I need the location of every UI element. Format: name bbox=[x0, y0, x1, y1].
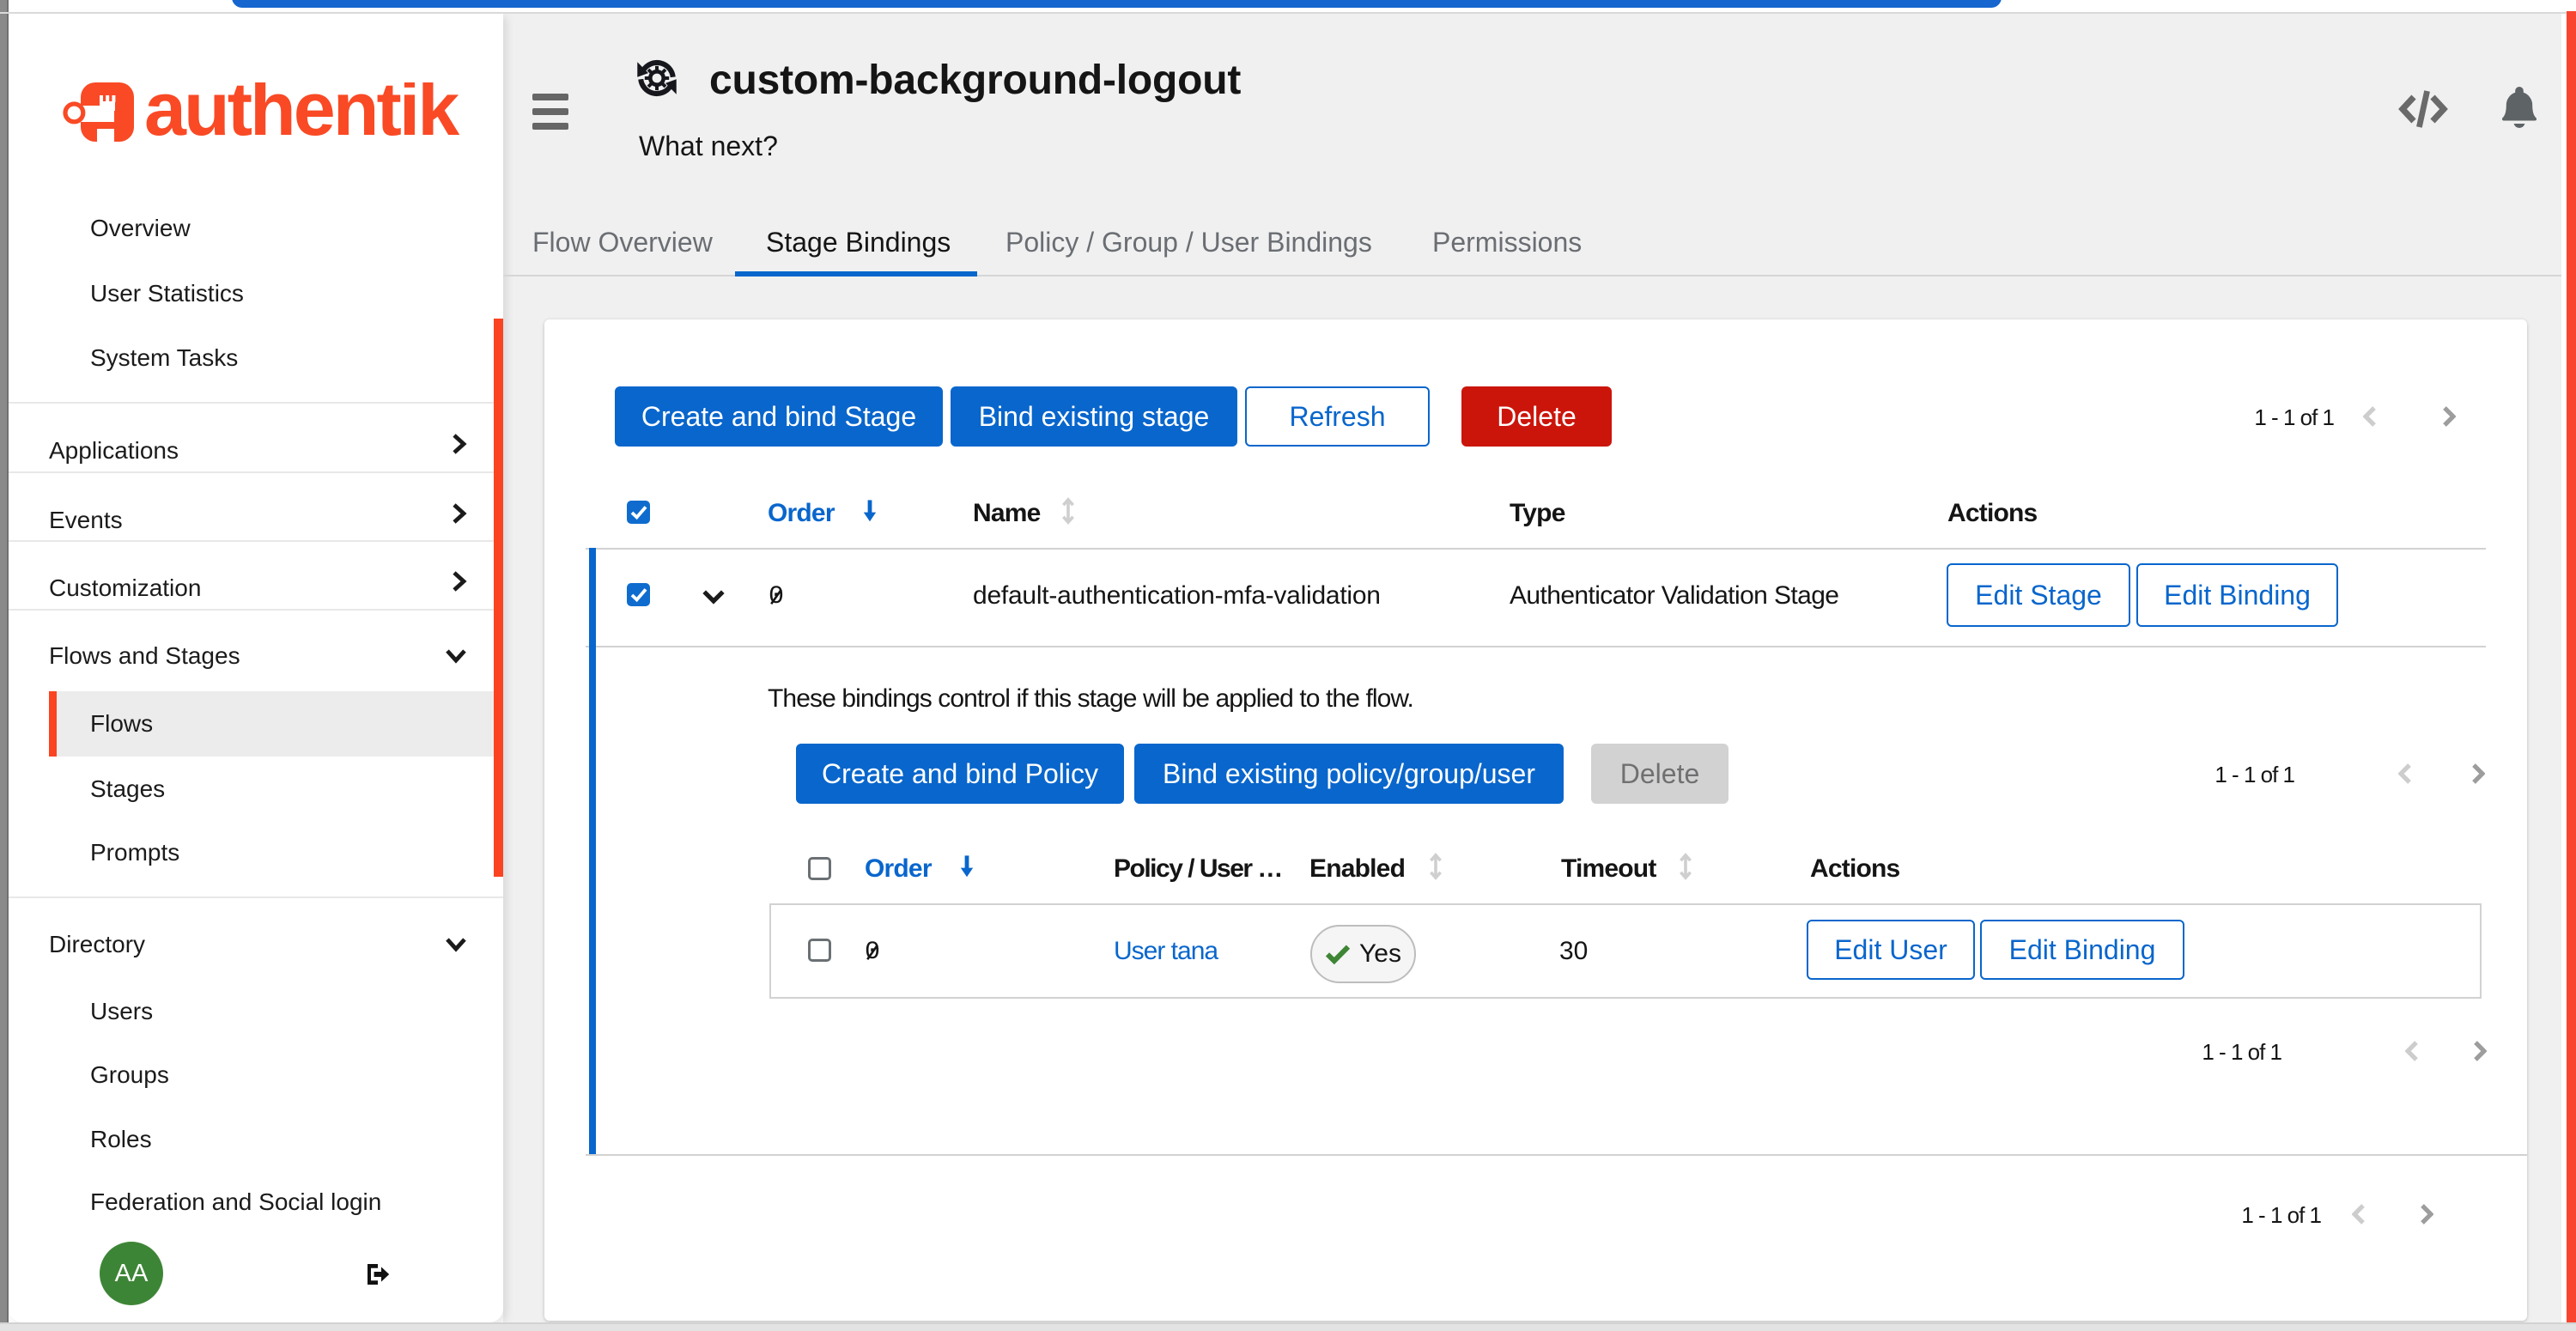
svg-text:authentik: authentik bbox=[144, 82, 460, 151]
